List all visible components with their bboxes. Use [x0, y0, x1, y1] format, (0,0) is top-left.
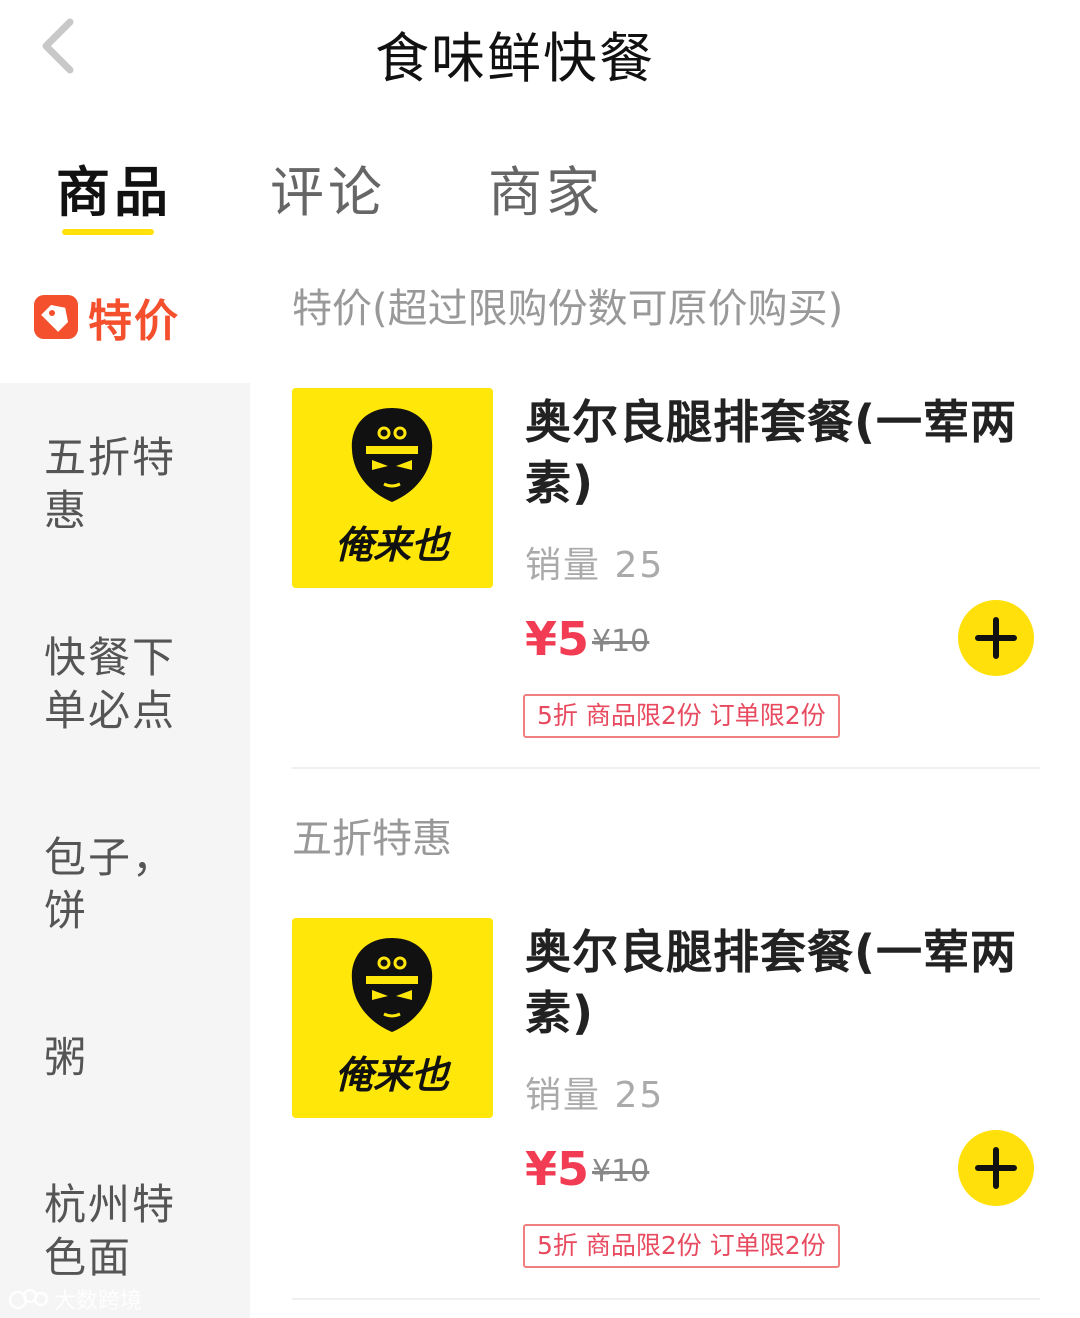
divider: [292, 1298, 1040, 1300]
product-card[interactable]: 俺来也 奥尔良腿排套餐(一荤两素) 销量 25 ¥5 ¥10 5折 商品限2份 …: [292, 388, 1040, 768]
add-to-cart-button[interactable]: [958, 600, 1034, 676]
discount-badge: 5折 商品限2份 订单限2份: [523, 1224, 840, 1268]
product-original-price: ¥10: [592, 1154, 650, 1189]
sidebar-item-label: 特价: [88, 295, 180, 347]
watermark-logo-icon: [8, 1288, 49, 1310]
tab-bar: 商品 评论 商家: [0, 130, 1080, 250]
product-original-price: ¥10: [592, 624, 650, 659]
tab-reviews[interactable]: 评论: [270, 148, 386, 227]
section-title: 五折特惠: [292, 816, 452, 862]
product-sales: 销量 25: [525, 545, 665, 586]
product-sales: 销量 25: [525, 1075, 665, 1116]
product-card[interactable]: 俺来也 奥尔良腿排套餐(一荤两素) 销量 25 ¥5 ¥10 5折 商品限2份 …: [292, 918, 1040, 1298]
plus-icon: [975, 617, 1017, 659]
watermark: 大数跨境: [8, 1284, 142, 1314]
brand-logo-icon: 俺来也: [292, 388, 493, 588]
discount-badge: 5折 商品限2份 订单限2份: [523, 694, 840, 738]
svg-text:俺来也: 俺来也: [335, 1053, 452, 1097]
sidebar-item-special[interactable]: 特价: [0, 250, 250, 383]
brand-logo-icon: 俺来也: [292, 918, 493, 1118]
sidebar-item-porridge[interactable]: 粥: [44, 1031, 204, 1084]
product-name: 奥尔良腿排套餐(一荤两素): [525, 395, 1018, 510]
sidebar-item-must-order[interactable]: 快餐下单必点: [44, 631, 204, 737]
sidebar-item-hangzhou-noodles[interactable]: 杭州特色面: [44, 1178, 204, 1284]
price-tag-icon: [34, 294, 78, 339]
svg-text:俺来也: 俺来也: [335, 523, 452, 567]
divider: [292, 767, 1040, 769]
sidebar-item-half-price[interactable]: 五折特惠: [44, 431, 204, 537]
product-price: ¥5: [525, 612, 590, 666]
tab-merchant[interactable]: 商家: [488, 148, 604, 227]
sidebar-list: 五折特惠 快餐下单必点 包子，饼 粥 杭州特色面: [0, 383, 250, 1318]
product-price: ¥5: [525, 1142, 590, 1196]
watermark-text: 大数跨境: [54, 1289, 143, 1314]
active-tab-indicator: [62, 229, 154, 235]
plus-icon: [975, 1147, 1017, 1189]
section-title: 特价(超过限购份数可原价购买): [292, 286, 844, 332]
product-image[interactable]: 俺来也: [292, 388, 493, 588]
sidebar-item-buns[interactable]: 包子，饼: [44, 831, 204, 937]
product-name: 奥尔良腿排套餐(一荤两素): [525, 925, 1018, 1040]
tab-products[interactable]: 商品: [56, 148, 172, 227]
product-image[interactable]: 俺来也: [292, 918, 493, 1118]
add-to-cart-button[interactable]: [958, 1130, 1034, 1206]
page-title: 食味鲜快餐: [375, 27, 655, 90]
category-sidebar: 特价 五折特惠 快餐下单必点 包子，饼 粥 杭州特色面: [0, 250, 250, 1318]
header: 食味鲜快餐: [0, 0, 1080, 100]
product-list: 特价(超过限购份数可原价购买) 俺来也 奥尔良腿排套餐(一荤两素) 销量 25 …: [292, 250, 1080, 1318]
